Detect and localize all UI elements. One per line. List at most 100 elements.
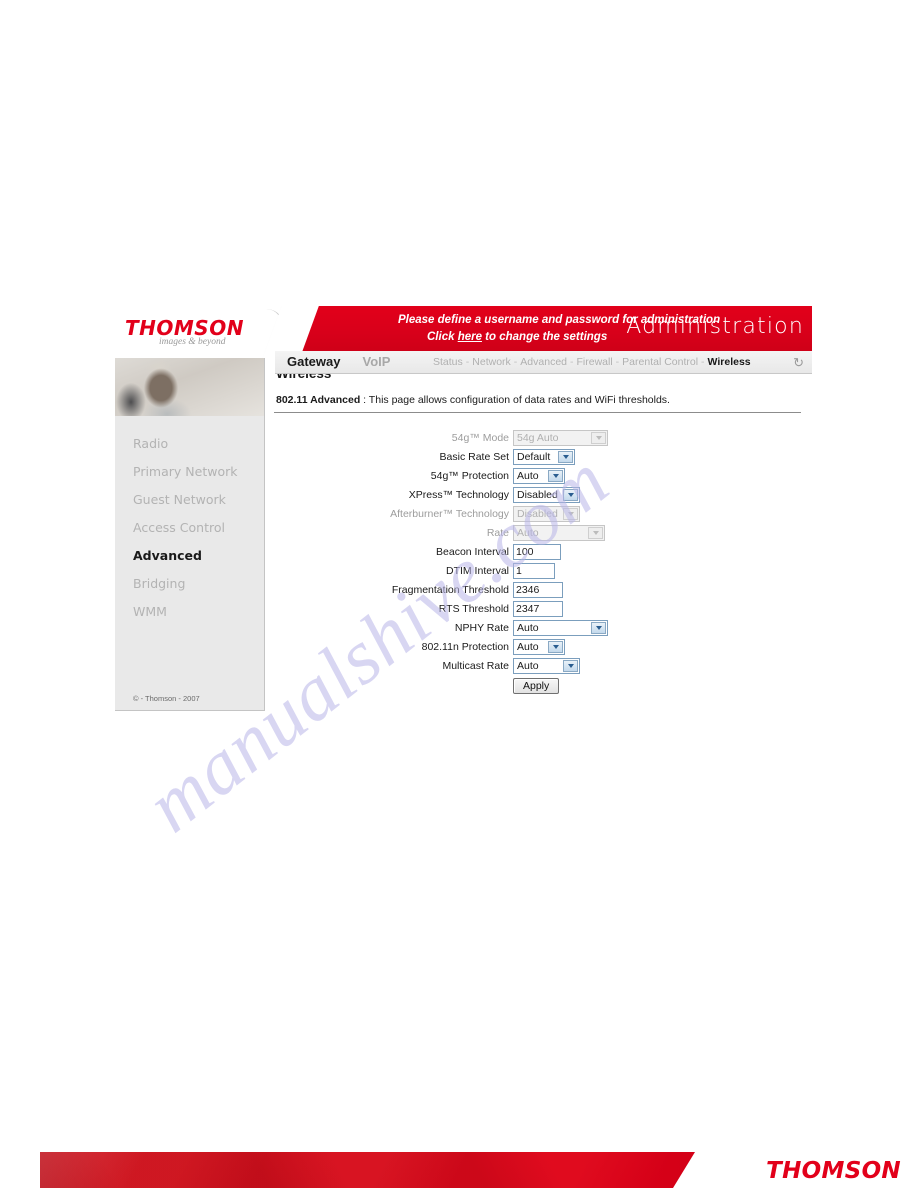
select-value-rate: Auto: [517, 526, 539, 539]
input-dtim-interval[interactable]: [513, 562, 555, 579]
form-row-xpress-technology: XPress™ Technology Disabled: [266, 485, 812, 504]
control-wrap-basic-rate-set: Default: [513, 448, 575, 465]
form-row-afterburner-technology: Afterburner™ Technology Disabled: [266, 504, 812, 523]
apply-button[interactable]: Apply: [513, 678, 560, 694]
footer-thomson-logo: THOMSON: [766, 1158, 901, 1184]
input-beacon-interval[interactable]: [513, 543, 561, 560]
nav-primary-gateway[interactable]: Gateway: [287, 354, 340, 369]
sidebar-item-wmm[interactable]: WMM: [115, 598, 264, 626]
sidebar-item-access-control[interactable]: Access Control: [115, 514, 264, 542]
sidebar-photo: [115, 358, 264, 416]
control-wrap-rts-threshold: [513, 600, 563, 617]
control-wrap-dtim-interval: [513, 562, 555, 579]
nav-separator: -: [701, 356, 705, 368]
nav-separator: -: [465, 356, 470, 368]
select-54g-mode: 54g Auto: [513, 429, 608, 446]
nav-separator: -: [615, 356, 620, 368]
router-admin-ui: Please define a username and password fo…: [115, 306, 812, 726]
page-subtitle-bold: 802.11 Advanced: [276, 394, 361, 406]
control-wrap-beacon-interval: [513, 543, 561, 560]
nav-separator: -: [570, 356, 574, 368]
control-wrap-rate: Auto: [513, 524, 605, 541]
select-value-54g-protection: Auto: [517, 469, 539, 482]
chevron-down-icon[interactable]: [563, 488, 578, 501]
nav-primary-voip[interactable]: VoIP: [362, 354, 390, 369]
label-54g-protection: 54g™ Protection: [430, 469, 509, 482]
control-wrap-afterburner-technology: Disabled: [513, 505, 580, 522]
chevron-down-icon: [588, 526, 603, 539]
notice-text-after: to change the settings: [481, 331, 608, 343]
nav-item-firewall[interactable]: Firewall: [577, 356, 613, 368]
sidebar-item-guest-network[interactable]: Guest Network: [115, 486, 264, 514]
select-afterburner-technology: Disabled: [513, 505, 580, 522]
sidebar: Radio Primary Network Guest Network Access …: [115, 358, 265, 711]
form-row-rate: Rate Auto: [266, 523, 812, 542]
nav-item-status[interactable]: Status: [433, 356, 463, 368]
control-wrap-fragmentation-threshold: [513, 581, 563, 598]
sidebar-copyright: © - Thomson - 2007: [133, 694, 200, 703]
label-fragmentation-threshold: Fragmentation Threshold: [391, 583, 509, 596]
brand-tagline: images & beyond: [159, 337, 226, 347]
nav-item-parental-control[interactable]: Parental Control: [622, 356, 698, 368]
chevron-down-icon[interactable]: [558, 450, 573, 463]
sidebar-item-bridging[interactable]: Bridging: [115, 570, 264, 598]
change-settings-link[interactable]: here: [458, 331, 482, 343]
select-value-802-11n-protection: Auto: [517, 640, 539, 653]
wireless-advanced-form: 54g™ Mode 54g Auto Basic Rate Set Default 54…: [266, 428, 812, 694]
chevron-down-icon[interactable]: [548, 469, 563, 482]
control-wrap-multicast-rate: Auto: [513, 657, 580, 674]
sidebar-item-primary-network[interactable]: Primary Network: [115, 458, 264, 486]
control-wrap-54g-protection: Auto: [513, 467, 565, 484]
chevron-down-icon[interactable]: [591, 621, 606, 634]
form-row-54g-mode: 54g™ Mode 54g Auto: [266, 428, 812, 447]
label-afterburner-technology: Afterburner™ Technology: [390, 507, 509, 520]
label-rate: Rate: [486, 526, 509, 539]
nav-separator: -: [513, 356, 518, 368]
input-fragmentation-threshold[interactable]: [513, 581, 563, 598]
select-multicast-rate[interactable]: Auto: [513, 657, 580, 674]
form-row-multicast-rate: Multicast Rate Auto: [266, 656, 812, 675]
page-subtitle-rest: : This page allows configuration of data…: [360, 394, 670, 406]
chevron-down-icon: [563, 507, 578, 520]
sidebar-menu: Radio Primary Network Guest Network Access …: [115, 430, 264, 626]
chevron-down-icon[interactable]: [548, 640, 563, 653]
control-wrap-54g-mode: 54g Auto: [513, 429, 608, 446]
secondary-nav: Status - Network - Advanced - Firewall - Parenta…: [433, 356, 751, 368]
apply-row: Apply: [266, 678, 812, 694]
select-value-54g-mode: 54g Auto: [517, 431, 559, 444]
divider: [274, 412, 801, 413]
chevron-down-icon: [591, 431, 606, 444]
select-54g-protection[interactable]: Auto: [513, 467, 565, 484]
select-rate: Auto: [513, 524, 605, 541]
label-802-11n-protection: 802.11n Protection: [421, 640, 509, 653]
sidebar-item-advanced[interactable]: Advanced: [115, 542, 264, 570]
section-title: Administration: [626, 314, 804, 339]
chevron-down-icon[interactable]: [563, 659, 578, 672]
notice-banner: Please define a username and password fo…: [275, 306, 812, 351]
refresh-icon[interactable]: ↻: [793, 355, 804, 371]
control-wrap-nphy-rate: Auto: [513, 619, 608, 636]
select-802-11n-protection[interactable]: Auto: [513, 638, 565, 655]
navigation-bar: Gateway VoIP Status - Network - Advanced - Fire…: [275, 351, 812, 374]
label-multicast-rate: Multicast Rate: [442, 659, 509, 672]
label-rts-threshold: RTS Threshold: [438, 602, 509, 615]
label-xpress-technology: XPress™ Technology: [408, 488, 509, 501]
select-nphy-rate[interactable]: Auto: [513, 619, 608, 636]
form-row-802-11n-protection: 802.11n Protection Auto: [266, 637, 812, 656]
notice-text-before: Click: [427, 331, 458, 343]
primary-nav: Gateway VoIP: [287, 354, 390, 369]
label-nphy-rate: NPHY Rate: [454, 621, 509, 634]
input-rts-threshold[interactable]: [513, 600, 563, 617]
select-basic-rate-set[interactable]: Default: [513, 448, 575, 465]
control-wrap-802-11n-protection: Auto: [513, 638, 565, 655]
content-pane: Wireless 802.11 Advanced : This page all…: [266, 358, 812, 726]
sidebar-item-radio[interactable]: Radio: [115, 430, 264, 458]
form-row-dtim-interval: DTIM Interval: [266, 561, 812, 580]
nav-item-advanced[interactable]: Advanced: [520, 356, 567, 368]
form-row-54g-protection: 54g™ Protection Auto: [266, 466, 812, 485]
select-value-basic-rate-set: Default: [517, 450, 551, 463]
select-xpress-technology[interactable]: Disabled: [513, 486, 580, 503]
nav-item-network[interactable]: Network: [472, 356, 511, 368]
control-wrap-xpress-technology: Disabled: [513, 486, 580, 503]
nav-item-wireless[interactable]: Wireless: [708, 356, 751, 368]
